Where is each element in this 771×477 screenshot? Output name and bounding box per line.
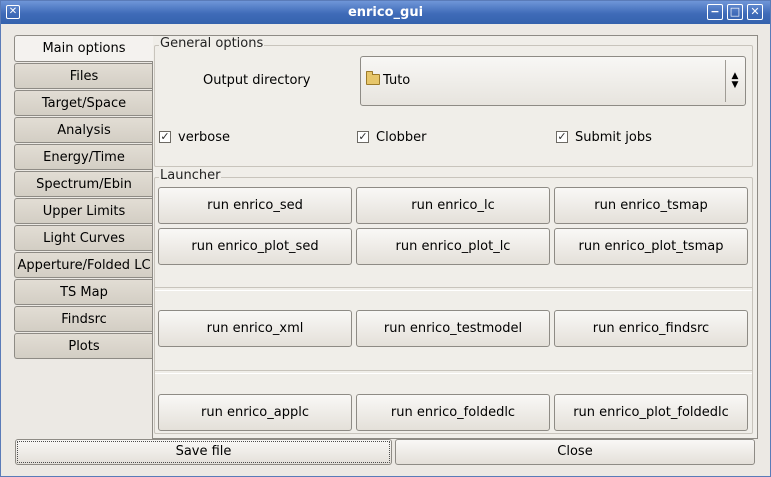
output-directory-value: Tuto bbox=[383, 73, 411, 88]
combo-separator bbox=[725, 60, 726, 102]
tab-ts-map[interactable]: TS Map bbox=[14, 279, 153, 305]
general-options-title: General options bbox=[159, 36, 265, 51]
verbose-label: verbose bbox=[178, 130, 231, 145]
verbose-checkbox[interactable]: ✓ bbox=[159, 131, 171, 143]
output-directory-label: Output directory bbox=[203, 73, 311, 88]
clobber-checkbox[interactable]: ✓ bbox=[357, 131, 369, 143]
tab-energy-time[interactable]: Energy/Time bbox=[14, 144, 153, 170]
tab-plots[interactable]: Plots bbox=[14, 333, 153, 359]
launcher-title: Launcher bbox=[159, 168, 222, 183]
output-directory-combo[interactable]: Tuto ▲ ▼ bbox=[360, 56, 746, 106]
run-enrico-plot-lc-button[interactable]: run enrico_plot_lc bbox=[356, 228, 550, 265]
run-enrico-plot-sed-button[interactable]: run enrico_plot_sed bbox=[158, 228, 352, 265]
run-enrico-applc-button[interactable]: run enrico_applc bbox=[158, 394, 352, 431]
tab-light-curves[interactable]: Light Curves bbox=[14, 225, 153, 251]
minimize-icon[interactable]: − bbox=[707, 4, 723, 20]
folder-icon bbox=[366, 71, 380, 85]
app-icon[interactable]: ✕ bbox=[6, 5, 20, 19]
run-enrico-plot-foldedlc-button[interactable]: run enrico_plot_foldedlc bbox=[554, 394, 748, 431]
tab-files[interactable]: Files bbox=[14, 63, 153, 89]
run-enrico-tsmap-button[interactable]: run enrico_tsmap bbox=[554, 187, 748, 224]
submit-jobs-label: Submit jobs bbox=[575, 130, 652, 145]
window-title: enrico_gui bbox=[347, 5, 424, 20]
tab-findsrc[interactable]: Findsrc bbox=[14, 306, 153, 332]
close-button[interactable]: Close bbox=[395, 439, 755, 465]
run-enrico-plot-tsmap-button[interactable]: run enrico_plot_tsmap bbox=[554, 228, 748, 265]
run-enrico-lc-button[interactable]: run enrico_lc bbox=[356, 187, 550, 224]
title-bar[interactable]: ✕ enrico_gui − □ ✕ bbox=[1, 1, 770, 24]
launcher-separator bbox=[155, 287, 752, 291]
submit-jobs-checkbox[interactable]: ✓ bbox=[556, 131, 568, 143]
tab-upper-limits[interactable]: Upper Limits bbox=[14, 198, 153, 224]
tab-apperture-folded-lc[interactable]: Apperture/Folded LC bbox=[14, 252, 153, 278]
tab-spectrum-ebin[interactable]: Spectrum/Ebin bbox=[14, 171, 153, 197]
save-file-button[interactable]: Save file bbox=[15, 439, 392, 465]
tab-main-options[interactable]: Main options bbox=[14, 35, 153, 62]
maximize-icon[interactable]: □ bbox=[727, 4, 743, 20]
clobber-label: Clobber bbox=[376, 130, 427, 145]
run-enrico-findsrc-button[interactable]: run enrico_findsrc bbox=[554, 310, 748, 347]
run-enrico-sed-button[interactable]: run enrico_sed bbox=[158, 187, 352, 224]
tab-target-space[interactable]: Target/Space bbox=[14, 90, 153, 116]
main-window: ✕ enrico_gui − □ ✕ Main options Files Ta… bbox=[0, 0, 771, 477]
tab-analysis[interactable]: Analysis bbox=[14, 117, 153, 143]
close-icon[interactable]: ✕ bbox=[747, 4, 763, 20]
run-enrico-testmodel-button[interactable]: run enrico_testmodel bbox=[356, 310, 550, 347]
tab-list: Main options Files Target/Space Analysis… bbox=[14, 35, 153, 360]
run-enrico-xml-button[interactable]: run enrico_xml bbox=[158, 310, 352, 347]
launcher-separator bbox=[155, 370, 752, 374]
up-down-arrow-icon[interactable]: ▲ ▼ bbox=[729, 72, 741, 90]
run-enrico-foldedlc-button[interactable]: run enrico_foldedlc bbox=[356, 394, 550, 431]
